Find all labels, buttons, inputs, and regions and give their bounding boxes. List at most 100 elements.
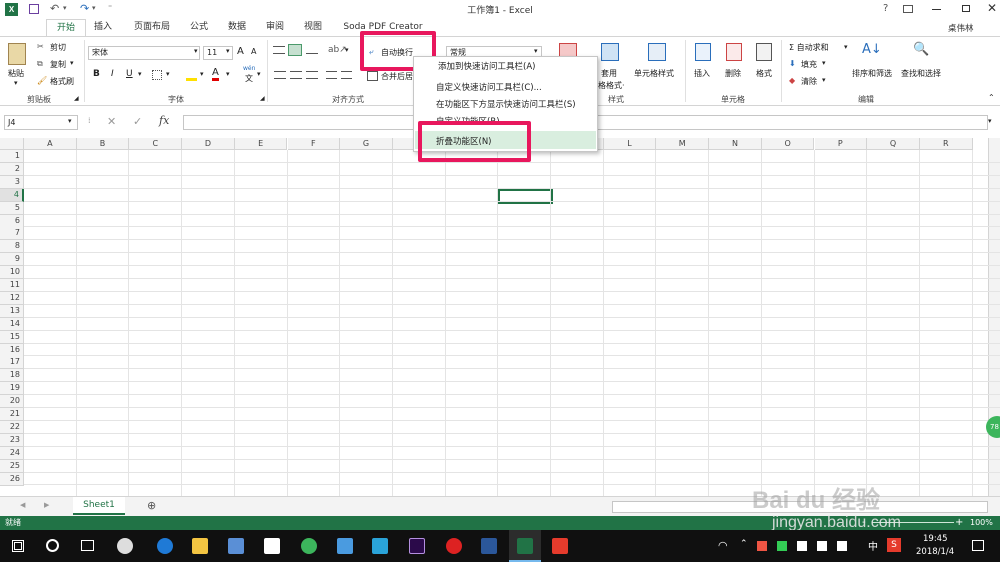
sort-filter-icon[interactable]: A↓ — [862, 42, 882, 57]
wifi-icon[interactable]: ◠ — [718, 539, 728, 552]
fill-color-dropdown-icon[interactable]: ▾ — [200, 70, 204, 78]
task-view-icon[interactable] — [81, 540, 94, 551]
row-header[interactable]: 25 — [0, 459, 24, 473]
menu-item-customize-qat[interactable]: 自定义快速访问工具栏(C)... — [436, 81, 542, 93]
font-color-dropdown-icon[interactable]: ▾ — [226, 70, 230, 78]
select-all-corner[interactable] — [0, 138, 24, 150]
column-header[interactable]: P — [814, 138, 868, 150]
align-middle-icon[interactable] — [288, 44, 302, 56]
search-icon[interactable] — [46, 539, 59, 552]
after-effects-icon[interactable] — [409, 538, 425, 554]
row-header[interactable]: 13 — [0, 304, 24, 318]
autosum-dropdown-icon[interactable]: ▾ — [844, 43, 848, 51]
sort-filter-button[interactable]: 排序和筛选 — [852, 68, 892, 79]
autosum-button[interactable]: Σ 自动求和 — [789, 42, 829, 53]
row-header[interactable]: 6 — [0, 214, 24, 228]
file-explorer-icon[interactable] — [192, 538, 208, 554]
font-name-select[interactable]: 宋体 — [88, 46, 200, 60]
row-header[interactable]: 7 — [0, 227, 24, 241]
clock-time[interactable]: 19:45 — [923, 534, 948, 544]
tool-app-icon[interactable] — [337, 538, 353, 554]
row-header[interactable]: 9 — [0, 253, 24, 267]
font-name-dropdown-icon[interactable]: ▾ — [194, 47, 198, 55]
find-select-button[interactable]: 查找和选择 — [901, 68, 941, 79]
sheet-scroll-left-icon[interactable]: ◀ — [20, 501, 25, 509]
tab-page-layout[interactable]: 页面布局 — [126, 19, 178, 36]
row-header[interactable]: 10 — [0, 266, 24, 280]
clock-date[interactable]: 2018/1/4 — [916, 547, 954, 557]
word-icon[interactable] — [481, 538, 497, 554]
cut-button[interactable]: 剪切 — [50, 42, 66, 53]
find-select-icon[interactable]: 🔍 — [913, 42, 929, 57]
tab-home[interactable]: 开始 — [46, 19, 86, 36]
border-icon[interactable] — [152, 70, 162, 80]
number-format-dropdown-icon[interactable]: ▾ — [534, 47, 538, 55]
excel-taskbar-icon[interactable] — [517, 538, 533, 554]
remote-app-icon[interactable] — [372, 538, 388, 554]
tray-app-icons[interactable] — [757, 541, 857, 551]
tab-view[interactable]: 视图 — [298, 19, 328, 36]
column-header[interactable]: G — [340, 138, 393, 150]
row-header[interactable]: 16 — [0, 343, 24, 357]
tab-formulas[interactable]: 公式 — [184, 19, 214, 36]
fill-icon[interactable]: ⬇ — [789, 59, 796, 68]
format-painter-button[interactable]: 格式刷 — [50, 76, 74, 87]
decrease-indent-icon[interactable] — [326, 71, 337, 79]
row-header[interactable]: 20 — [0, 395, 24, 409]
phonetic-button[interactable]: wén — [243, 65, 255, 72]
paste-icon[interactable] — [8, 43, 26, 65]
column-header[interactable]: F — [287, 138, 341, 150]
insert-cells-button[interactable]: 插入 — [694, 68, 710, 79]
start-icon[interactable] — [12, 540, 24, 552]
sheet-scroll-right-icon[interactable]: ▶ — [44, 501, 49, 509]
column-header[interactable]: O — [761, 138, 815, 150]
edge-icon[interactable] — [157, 538, 173, 554]
wps-icon[interactable] — [552, 538, 568, 554]
clear-dropdown-icon[interactable]: ▾ — [822, 76, 826, 84]
copy-button[interactable]: 复制 — [50, 59, 66, 70]
cell-styles-button[interactable]: 单元格样式 — [634, 68, 674, 79]
row-header[interactable]: 17 — [0, 356, 24, 370]
delete-cells-button[interactable]: 删除 — [725, 68, 741, 79]
paste-label[interactable]: 粘贴 — [8, 68, 24, 79]
font-color-button[interactable]: A — [212, 68, 219, 81]
zoom-in-button[interactable]: + — [955, 516, 963, 530]
name-box-dropdown-icon[interactable]: ▾ — [68, 117, 72, 125]
column-header[interactable]: D — [182, 138, 235, 150]
row-header[interactable]: 5 — [0, 201, 24, 215]
align-right-icon[interactable] — [306, 71, 318, 79]
clear-button[interactable]: 清除 — [801, 76, 817, 87]
bold-button[interactable]: B — [93, 69, 100, 79]
expand-formula-bar-icon[interactable]: ▾ — [988, 117, 992, 125]
cell-styles-icon[interactable] — [648, 43, 666, 61]
row-header[interactable]: 22 — [0, 420, 24, 434]
align-left-icon[interactable] — [274, 71, 286, 79]
format-as-table-label-2[interactable]: 格格式· — [598, 80, 625, 91]
column-header[interactable]: E — [234, 138, 288, 150]
pinwheel-app-icon[interactable] — [117, 538, 133, 554]
align-top-icon[interactable] — [273, 46, 285, 54]
cut-icon[interactable]: ✂ — [37, 42, 44, 51]
worksheet-grid[interactable]: ABCDEFGHIJKLMNOPQR 123456789101112131415… — [0, 138, 1000, 496]
tab-review[interactable]: 审阅 — [260, 19, 290, 36]
sheet-tab-sheet1[interactable]: Sheet1 — [73, 497, 125, 515]
row-header[interactable]: 3 — [0, 175, 24, 189]
column-header[interactable]: R — [919, 138, 973, 150]
mail-icon[interactable] — [264, 538, 280, 554]
row-header[interactable]: 12 — [0, 291, 24, 305]
active-cell-j4[interactable] — [498, 189, 553, 204]
ribbon-display-icon[interactable] — [903, 5, 913, 13]
user-name[interactable]: 桌伟林 — [948, 22, 974, 34]
cancel-entry-button[interactable]: ✕ — [107, 115, 116, 128]
help-button[interactable]: ? — [883, 3, 888, 14]
tab-data[interactable]: 数据 — [222, 19, 252, 36]
column-header[interactable]: N — [709, 138, 762, 150]
border-dropdown-icon[interactable]: ▾ — [166, 70, 170, 78]
insert-function-button[interactable]: fx — [159, 114, 169, 127]
merge-center-icon[interactable] — [367, 71, 378, 81]
format-cells-button[interactable]: 格式 — [756, 68, 772, 79]
row-header[interactable]: 21 — [0, 408, 24, 421]
sogou-ime-icon[interactable]: S — [887, 538, 901, 552]
row-header[interactable]: 2 — [0, 162, 24, 176]
column-header[interactable]: Q — [867, 138, 920, 150]
